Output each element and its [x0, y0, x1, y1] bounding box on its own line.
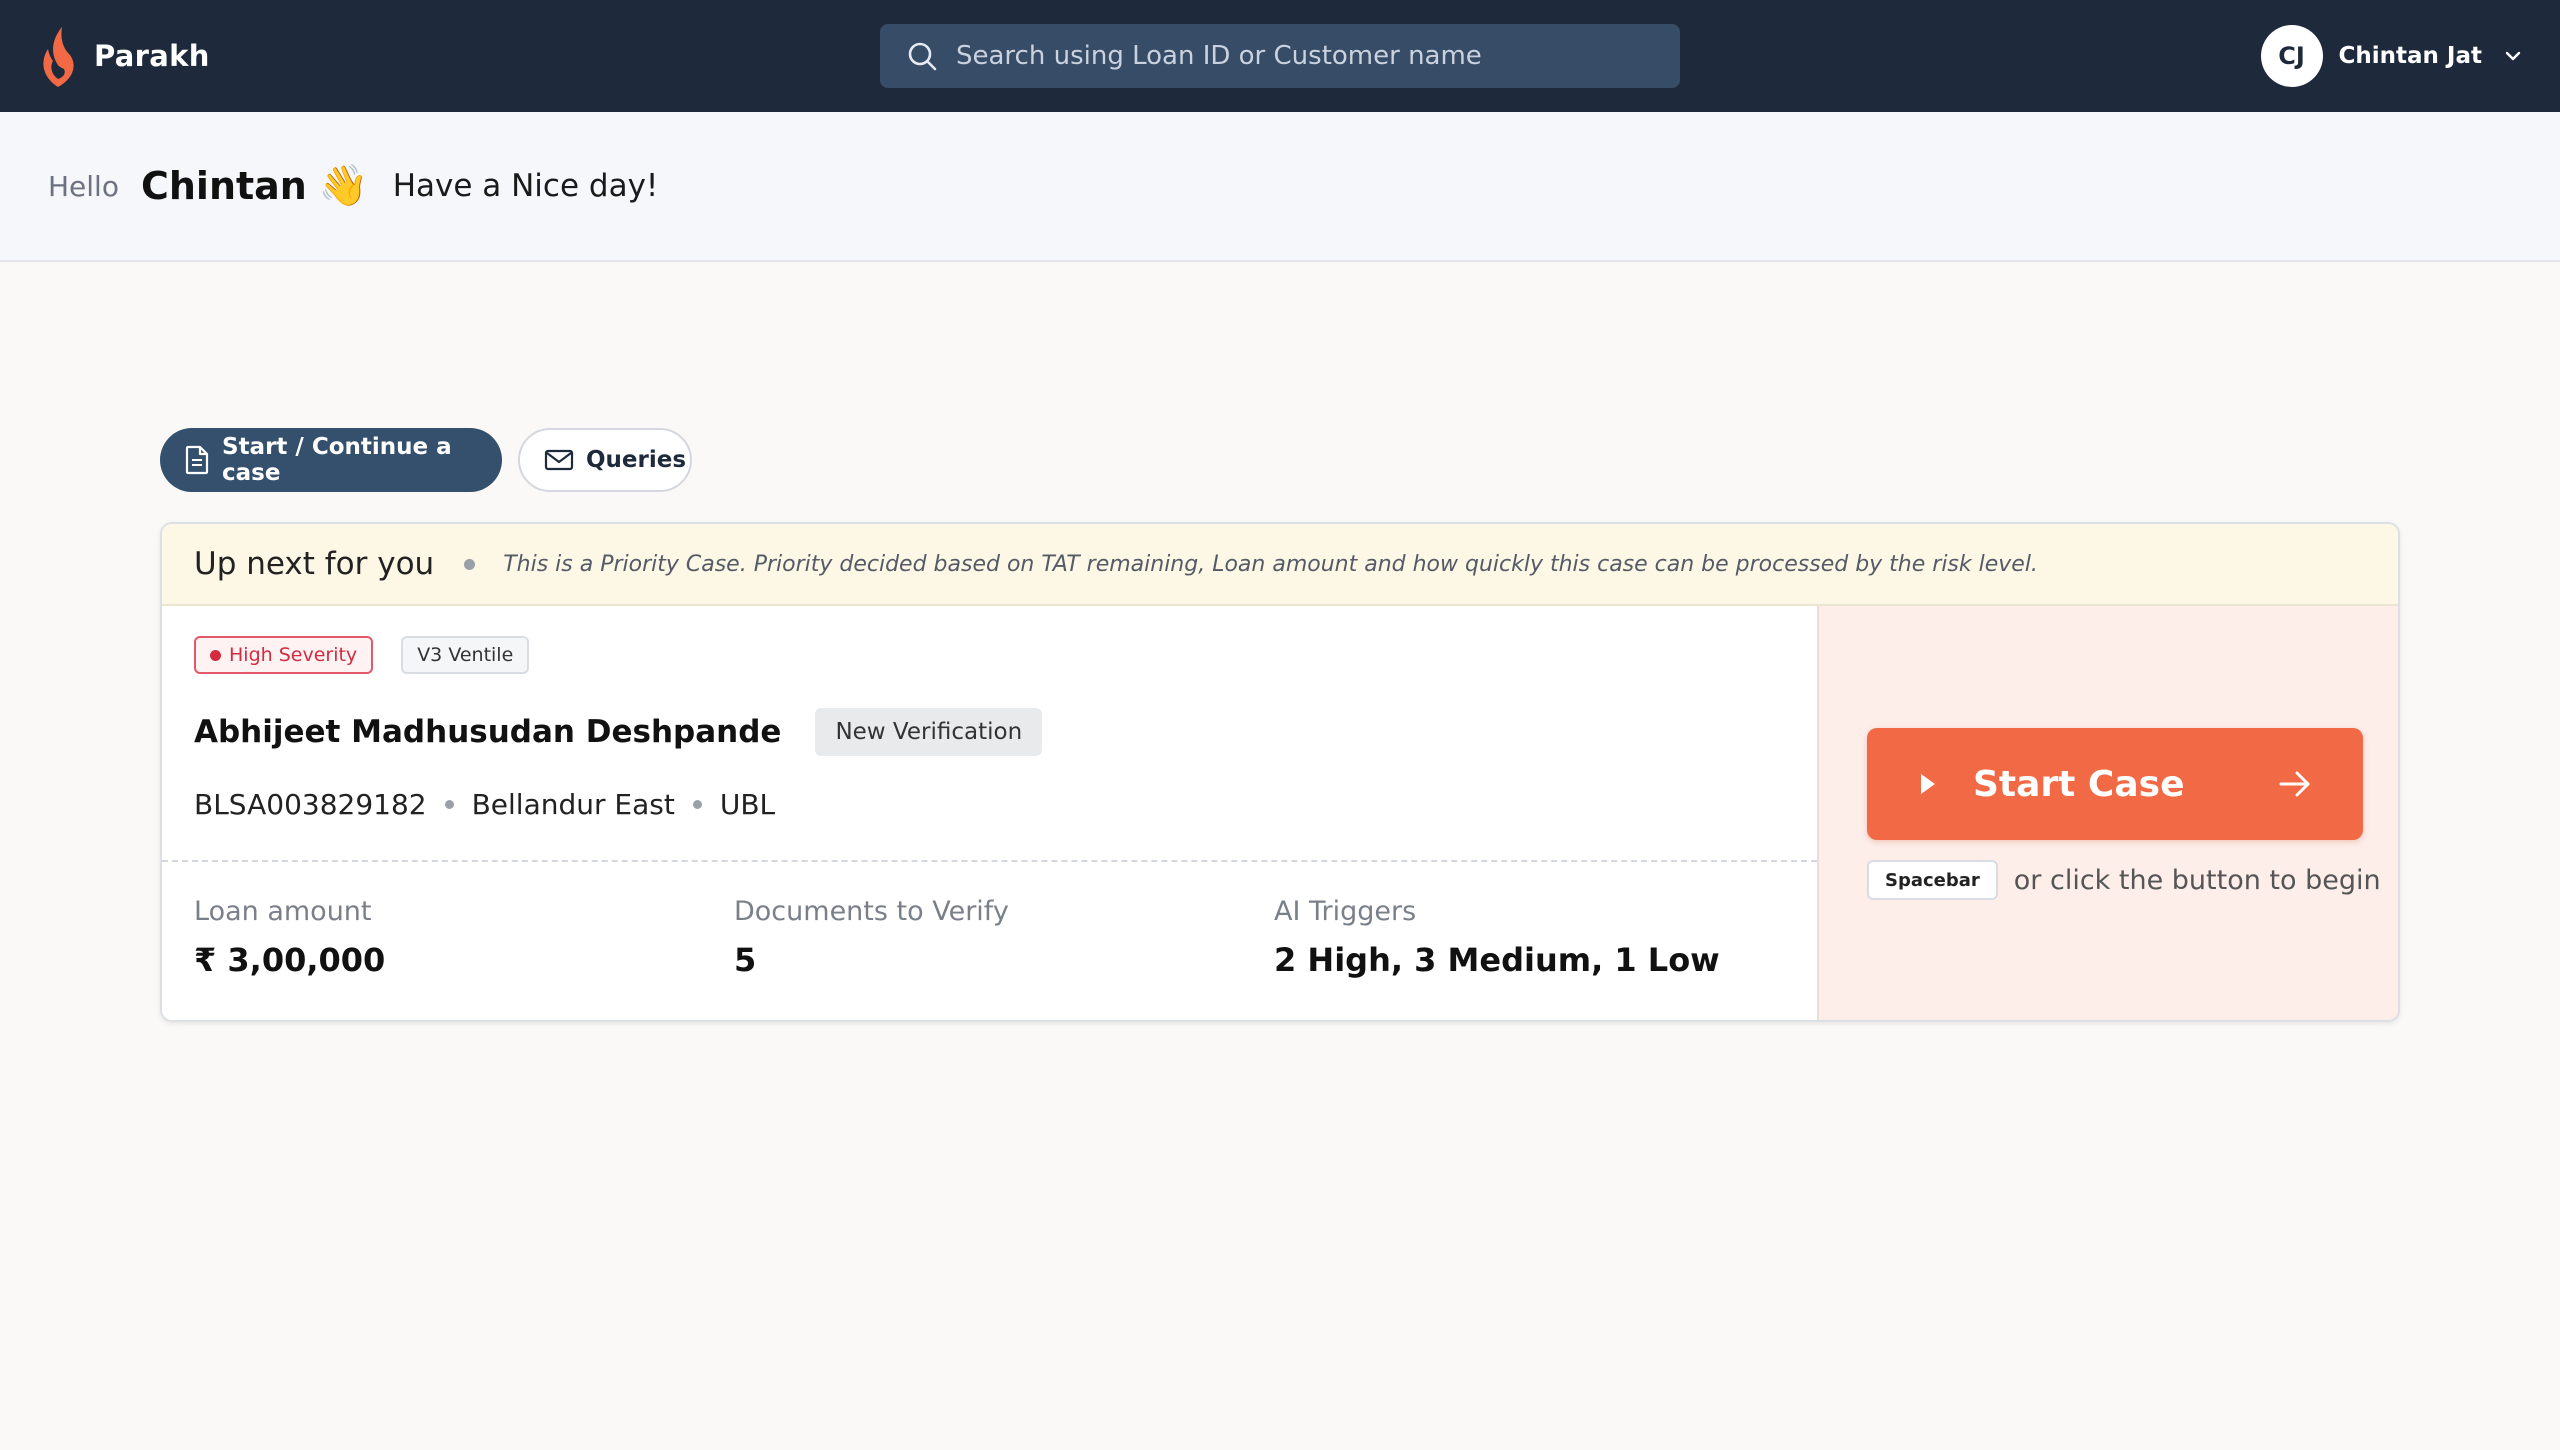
user-name[interactable]: Chintan Jat	[2339, 43, 2482, 69]
priority-note: This is a Priority Case. Priority decide…	[503, 551, 2038, 577]
card-body: High Severity V3 Ventile Abhijeet Madhus…	[162, 606, 2398, 1020]
stat-value: 5	[734, 941, 757, 979]
start-case-label: Start Case	[1973, 763, 2185, 805]
stat-ai-triggers: AI Triggers 2 High, 3 Medium, 1 Low	[1274, 896, 1814, 979]
user-menu[interactable]: CJ Chintan Jat	[2260, 24, 2524, 88]
tab-queries[interactable]: Queries	[518, 428, 692, 492]
severity-badge: High Severity	[194, 636, 374, 674]
stat-value: ₹ 3,00,000	[194, 941, 386, 979]
greeting-message: Have a Nice day!	[392, 168, 659, 204]
separator-dot	[464, 558, 476, 570]
search-input[interactable]	[956, 41, 1656, 71]
play-icon	[1921, 774, 1935, 794]
stat-value: 2 High, 3 Medium, 1 Low	[1274, 941, 1720, 979]
stat-label: Documents to Verify	[734, 896, 1009, 927]
spacebar-key: Spacebar	[1867, 860, 1998, 900]
severity-label: High Severity	[229, 644, 358, 666]
hint-text: or click the button to begin	[2013, 864, 2381, 896]
parakh-logo-icon	[43, 27, 74, 87]
customer-row: Abhijeet Madhusudan Deshpande New Verifi…	[194, 708, 1043, 756]
waving-hand-icon: 👋	[318, 163, 369, 209]
greeting-bar: Hello Chintan 👋 Have a Nice day!	[0, 112, 2560, 262]
tab-start-continue-case[interactable]: Start / Continue a case	[160, 428, 502, 492]
document-icon	[185, 445, 209, 475]
dashed-divider	[162, 860, 1817, 862]
start-case-button[interactable]: Start Case	[1867, 728, 2363, 840]
mail-icon	[544, 449, 574, 471]
brand[interactable]: Parakh	[36, 22, 210, 90]
tab-label: Queries	[586, 447, 687, 473]
keyboard-hint: Spacebar or click the button to begin	[1867, 860, 2381, 900]
case-stats: Loan amount ₹ 3,00,000 Documents to Veri…	[194, 896, 1814, 979]
search-icon	[908, 42, 937, 71]
chevron-down-icon[interactable]	[2502, 45, 2524, 67]
start-case-panel: Start Case Spacebar or click the button …	[1817, 606, 2398, 1020]
avatar[interactable]: CJ	[2260, 25, 2323, 87]
top-navbar: Parakh CJ Chintan Jat	[0, 0, 2560, 112]
stat-loan-amount: Loan amount ₹ 3,00,000	[194, 896, 734, 979]
up-next-case-card: Up next for you This is a Priority Case.…	[160, 522, 2400, 1022]
separator-dot	[692, 800, 702, 809]
stat-documents-to-verify: Documents to Verify 5	[734, 896, 1274, 979]
separator-dot	[444, 800, 454, 809]
case-tags: High Severity V3 Ventile	[194, 636, 530, 674]
greeting-name: Chintan	[140, 164, 307, 208]
stat-label: AI Triggers	[1274, 896, 1417, 927]
greeting-hello: Hello	[48, 169, 119, 203]
brand-name: Parakh	[94, 39, 210, 73]
tab-label: Start / Continue a case	[222, 434, 452, 486]
stat-label: Loan amount	[194, 896, 372, 927]
branch-location: Bellandur East	[471, 788, 675, 821]
card-title: Up next for you	[194, 546, 435, 582]
case-details: High Severity V3 Ventile Abhijeet Madhus…	[162, 606, 1817, 1020]
customer-name: Abhijeet Madhusudan Deshpande	[194, 714, 782, 750]
verification-type-badge: New Verification	[815, 708, 1043, 756]
case-tabs: Start / Continue a case Queries	[160, 428, 692, 492]
product-code: UBL	[719, 788, 776, 821]
arrow-right-icon	[2279, 771, 2310, 797]
case-meta: BLSA003829182 Bellandur East UBL	[194, 788, 775, 821]
loan-id: BLSA003829182	[194, 788, 427, 821]
ventile-badge: V3 Ventile	[401, 636, 530, 674]
search-bar[interactable]	[880, 24, 1680, 88]
card-header: Up next for you This is a Priority Case.…	[162, 524, 2398, 606]
severity-dot-icon	[210, 649, 221, 661]
